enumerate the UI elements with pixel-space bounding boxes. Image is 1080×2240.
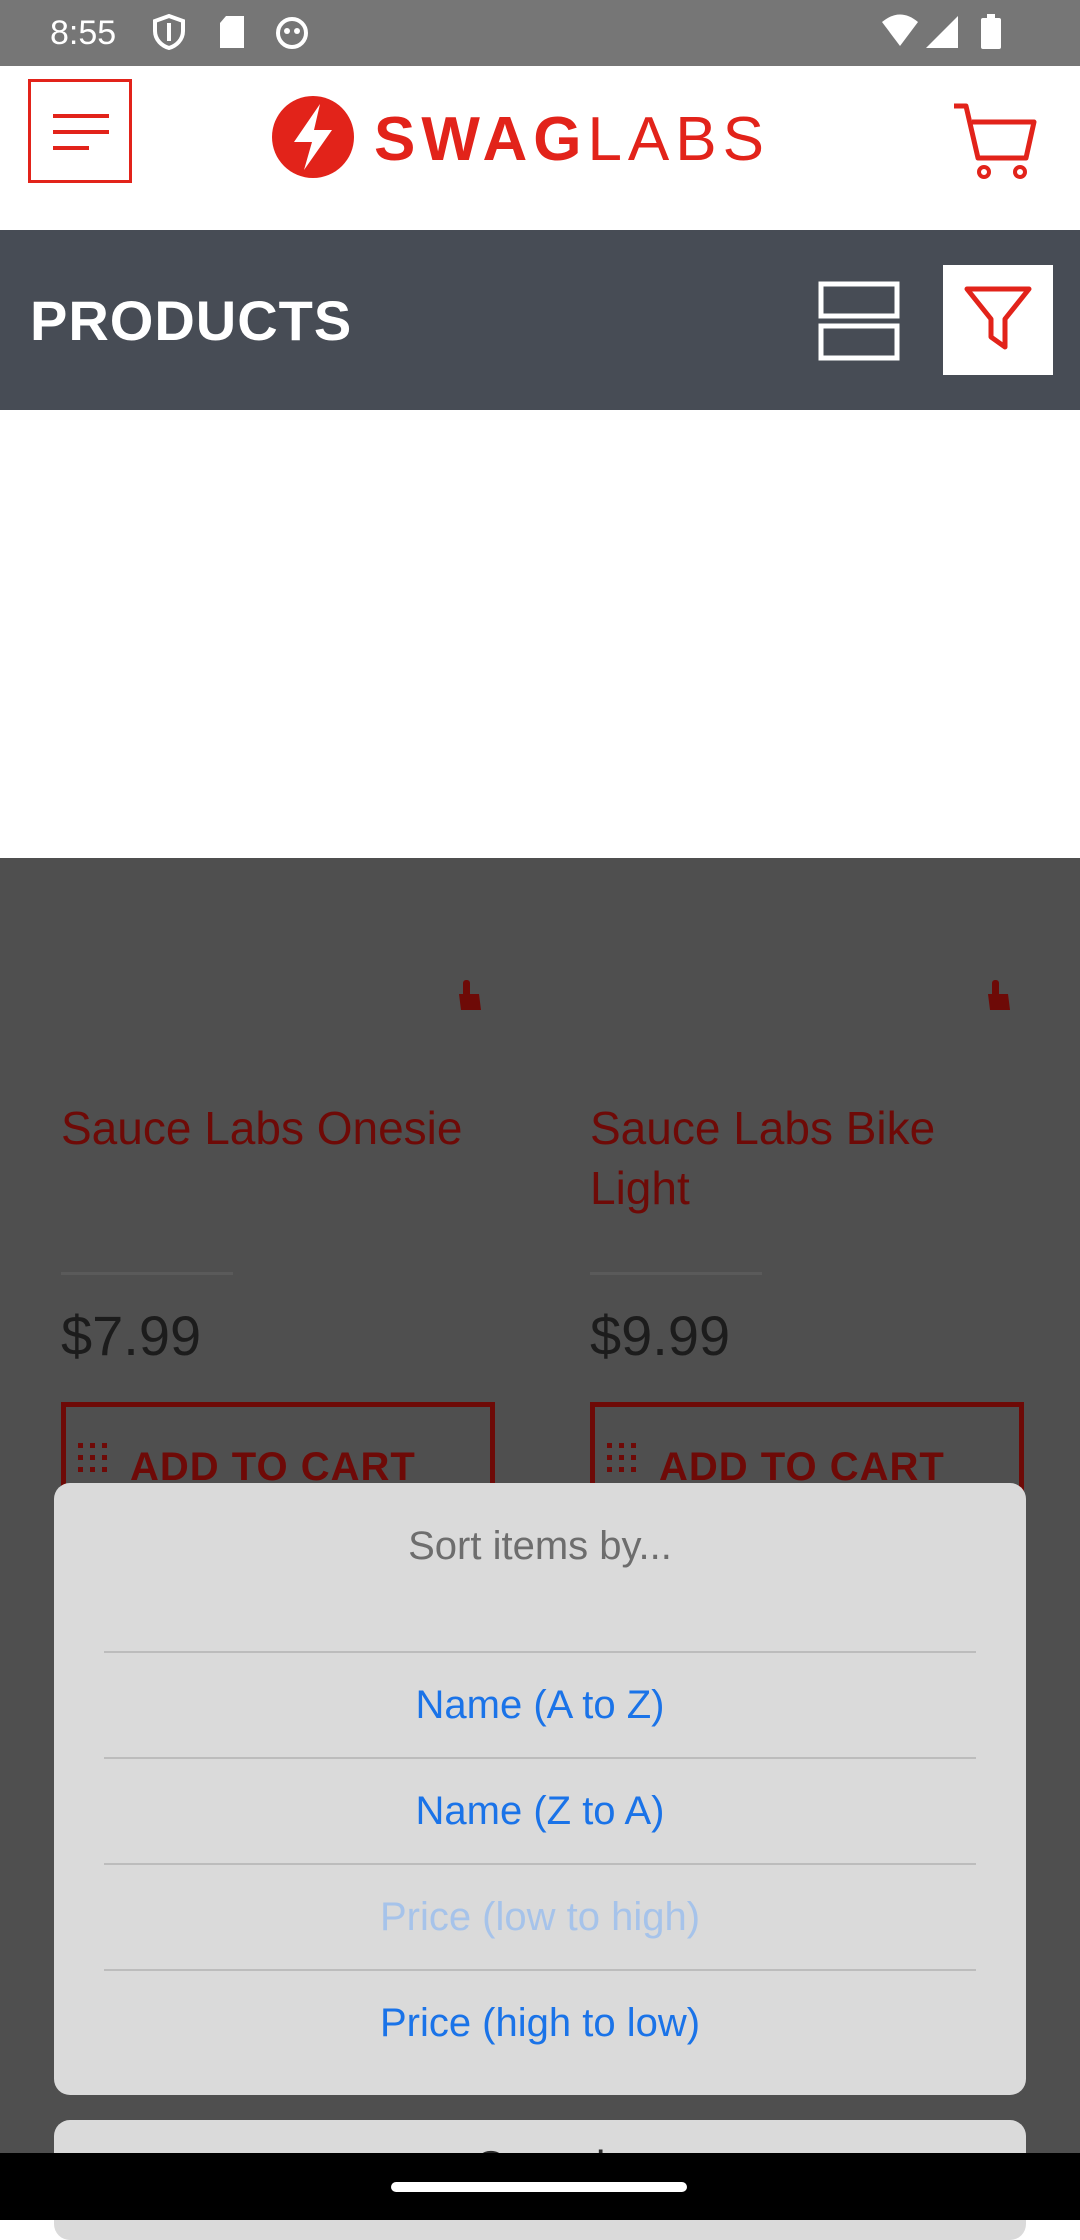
filter-funnel-icon	[963, 285, 1033, 356]
product-name[interactable]: Sauce Labs Bike Light	[590, 1098, 1010, 1218]
menu-button[interactable]	[28, 79, 132, 183]
logo-text-bold: SWAG	[374, 104, 588, 174]
lightning-logo-icon	[270, 94, 356, 185]
sheet-title: Sort items by...	[408, 1524, 672, 1568]
status-bar: 8:55	[0, 0, 1080, 66]
cart-button[interactable]	[950, 96, 1040, 186]
products-header: PRODUCTS	[0, 230, 1080, 410]
tap-gesture-icon	[982, 978, 1016, 1017]
sort-option-price-asc[interactable]: Price (low to high)	[104, 1863, 976, 1969]
drag-handle-icon	[605, 1441, 641, 1486]
product-price: $7.99	[61, 1304, 202, 1367]
status-time: 8:55	[50, 14, 117, 52]
product-price: $9.99	[590, 1304, 731, 1367]
sort-option-name-asc[interactable]: Name (A to Z)	[104, 1651, 976, 1757]
layout-toggle-button[interactable]	[818, 280, 900, 362]
home-gesture-handle[interactable]	[391, 2182, 687, 2192]
divider	[61, 1272, 233, 1275]
sort-option-name-desc[interactable]: Name (Z to A)	[104, 1757, 976, 1863]
sort-option-price-desc[interactable]: Price (high to low)	[104, 1969, 976, 2075]
android-debug-icon	[274, 14, 310, 55]
drag-handle-icon	[76, 1441, 112, 1486]
app-bar: SWAGLABS	[0, 66, 1080, 230]
layout-toggle-icon	[818, 281, 900, 366]
sort-action-sheet: Sort items by... Name (A to Z) Name (Z t…	[54, 1483, 1026, 2095]
shield-icon	[152, 13, 186, 55]
signal-icon	[924, 14, 960, 55]
swag-labs-logo: SWAGLABS	[270, 94, 770, 184]
divider	[590, 1272, 762, 1275]
product-name[interactable]: Sauce Labs Onesie	[61, 1098, 481, 1158]
page-title: PRODUCTS	[30, 289, 353, 352]
logo-text-light: LABS	[587, 104, 770, 174]
shopping-cart-icon	[950, 103, 1040, 190]
tap-gesture-icon	[453, 978, 487, 1017]
wifi-icon	[880, 14, 920, 55]
battery-icon	[980, 14, 1002, 55]
sd-card-icon	[218, 14, 246, 55]
hamburger-menu-icon	[53, 112, 109, 157]
filter-button[interactable]	[943, 265, 1053, 375]
